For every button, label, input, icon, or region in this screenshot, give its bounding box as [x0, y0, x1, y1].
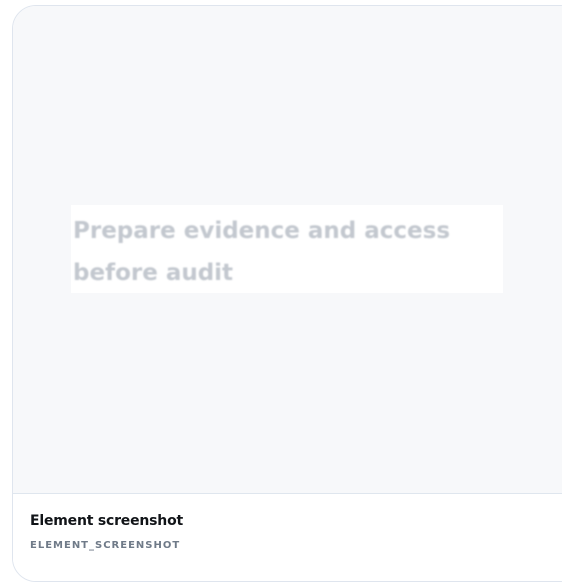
screenshot-preview: Prepare evidence and access before audit	[13, 6, 562, 494]
element-snippet: Prepare evidence and access before audit	[71, 205, 503, 293]
screenshot-card: Prepare evidence and access before audit…	[12, 5, 562, 582]
card-type-code: ELEMENT_SCREENSHOT	[30, 540, 181, 551]
snippet-text: Prepare evidence and access before audit	[73, 218, 451, 286]
card-title: Element screenshot	[30, 513, 183, 529]
card-footer: Element screenshot ELEMENT_SCREENSHOT	[13, 494, 562, 581]
